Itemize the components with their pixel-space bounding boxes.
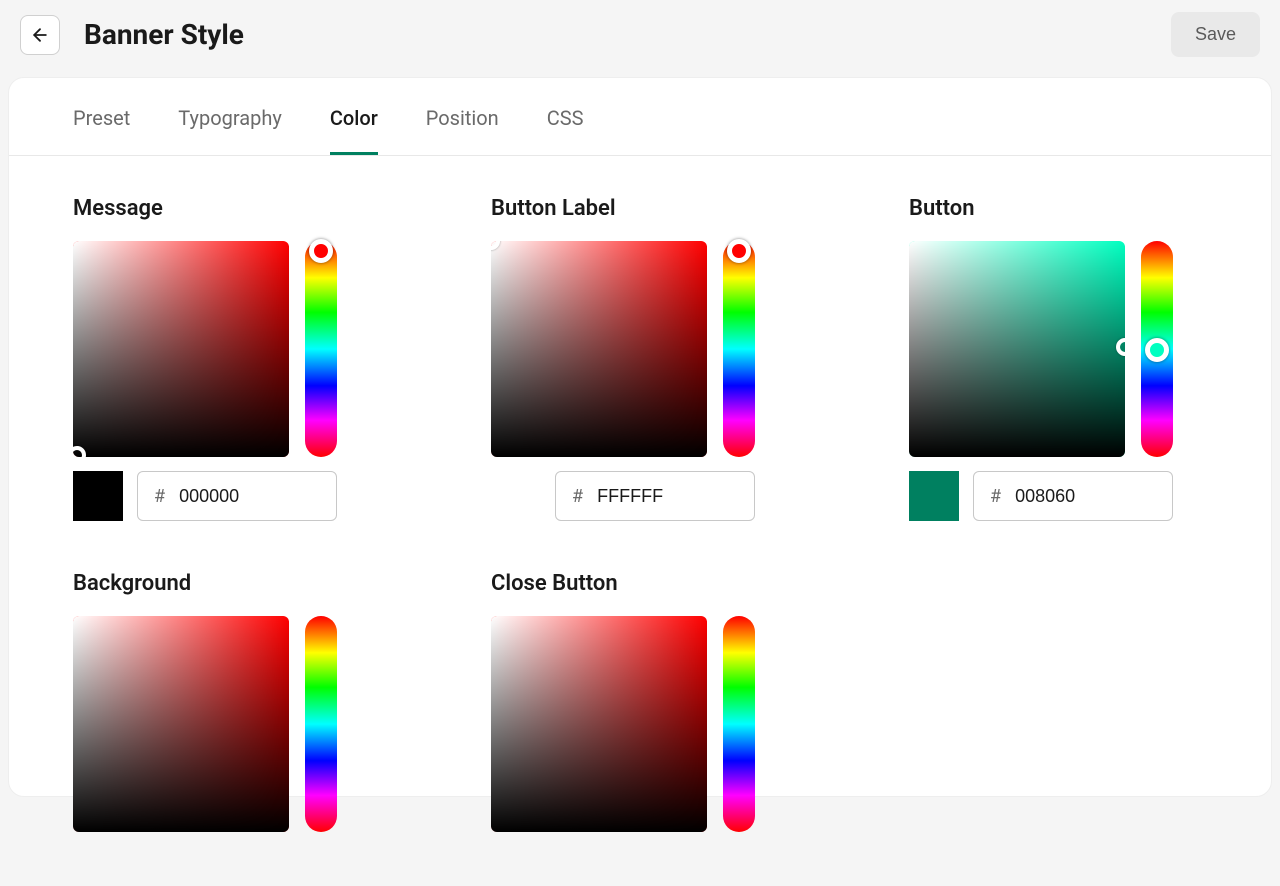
saturation-panel-close-button[interactable] xyxy=(491,616,707,832)
hex-field-button[interactable] xyxy=(1015,486,1156,507)
color-swatch-button xyxy=(909,471,959,521)
hash-label: # xyxy=(154,486,165,507)
hex-input-message[interactable]: # xyxy=(137,471,337,521)
hue-slider-background[interactable] xyxy=(305,616,337,832)
hue-slider-message[interactable] xyxy=(305,241,337,457)
tab-css[interactable]: CSS xyxy=(547,106,584,155)
hex-input-button-label[interactable]: # xyxy=(555,471,755,521)
label-button: Button xyxy=(909,196,1207,221)
tab-position[interactable]: Position xyxy=(426,106,499,155)
hue-cursor[interactable] xyxy=(727,239,751,263)
hash-label: # xyxy=(990,486,1001,507)
hue-slider-button-label[interactable] xyxy=(723,241,755,457)
hex-input-button[interactable]: # xyxy=(973,471,1173,521)
tab-preset[interactable]: Preset xyxy=(73,106,130,155)
tab-typography[interactable]: Typography xyxy=(178,106,282,155)
saturation-panel-button[interactable] xyxy=(909,241,1125,457)
hex-field-message[interactable] xyxy=(179,486,320,507)
arrow-left-icon xyxy=(30,25,50,45)
saturation-panel-background[interactable] xyxy=(73,616,289,832)
section-button-label: Button Label # xyxy=(491,196,789,521)
color-swatch-message xyxy=(73,471,123,521)
label-message: Message xyxy=(73,196,371,221)
label-button-label: Button Label xyxy=(491,196,789,221)
section-message: Message # xyxy=(73,196,371,521)
hue-cursor[interactable] xyxy=(1145,338,1169,362)
page-header: Banner Style Save xyxy=(0,0,1280,69)
saturation-panel-button-label[interactable] xyxy=(491,241,707,457)
hash-label: # xyxy=(572,486,583,507)
label-close-button: Close Button xyxy=(491,571,789,596)
header-left: Banner Style xyxy=(20,15,244,55)
section-close-button: Close Button xyxy=(491,571,789,846)
page-title: Banner Style xyxy=(84,18,244,51)
hue-cursor[interactable] xyxy=(309,239,333,263)
save-button[interactable]: Save xyxy=(1171,12,1260,57)
color-grid: Message # Button Label xyxy=(9,156,1271,886)
saturation-panel-message[interactable] xyxy=(73,241,289,457)
section-background: Background xyxy=(73,571,371,846)
hue-slider-button[interactable] xyxy=(1141,241,1173,457)
hue-slider-close-button[interactable] xyxy=(723,616,755,832)
section-button: Button # xyxy=(909,196,1207,521)
tabs-bar: Preset Typography Color Position CSS xyxy=(9,78,1271,156)
tab-color[interactable]: Color xyxy=(330,106,378,155)
label-background: Background xyxy=(73,571,371,596)
back-button[interactable] xyxy=(20,15,60,55)
settings-card: Preset Typography Color Position CSS Mes… xyxy=(8,77,1272,797)
hex-field-button-label[interactable] xyxy=(597,486,738,507)
